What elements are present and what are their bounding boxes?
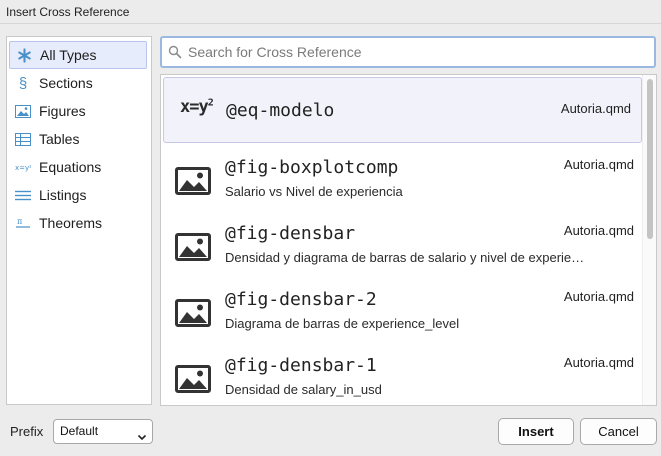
svg-text:π: π [17, 217, 22, 226]
list-item[interactable]: @fig-densbar-2 Diagrama de barras de exp… [163, 275, 642, 341]
image-icon [175, 167, 211, 195]
image-icon [15, 103, 31, 119]
image-icon [175, 233, 211, 261]
sidebar-item-label: Listings [39, 187, 87, 203]
xref-caption: Diagrama de barras de experience_level [225, 316, 460, 331]
prefix-value: Default [60, 424, 99, 438]
sidebar-item-theorems[interactable]: π Theorems [9, 209, 147, 237]
xref-label: @eq-modelo [226, 100, 335, 121]
sidebar-item-label: Tables [39, 131, 80, 147]
xref-label: @fig-densbar-2 [225, 289, 377, 310]
search-icon [168, 45, 182, 59]
xref-caption: Salario vs Nivel de experiencia [225, 184, 403, 199]
xref-caption: Densidad de salary_in_usd [225, 382, 382, 397]
xref-label: @fig-densbar [225, 223, 356, 244]
list-item[interactable]: x=y2 @eq-modelo Autoria.qmd [163, 77, 642, 143]
asterisk-icon [16, 47, 32, 63]
section-icon: § [18, 74, 28, 92]
prefix-select[interactable]: Default [53, 419, 153, 444]
sidebar-item-sections[interactable]: § Sections [9, 69, 147, 97]
prefix-label: Prefix [10, 424, 44, 439]
sidebar-item-label: All Types [40, 47, 97, 63]
sidebar-item-equations[interactable]: x=y² Equations [9, 153, 147, 181]
source-file: Autoria.qmd [563, 157, 634, 172]
cancel-button[interactable]: Cancel [580, 418, 657, 445]
insert-button[interactable]: Insert [498, 418, 574, 445]
sidebar-item-tables[interactable]: Tables [9, 125, 147, 153]
xref-label: @fig-boxplotcomp [225, 157, 399, 178]
equation-icon: x=y2 [180, 97, 214, 117]
window-title: Insert Cross Reference [0, 0, 661, 24]
list-item[interactable]: @fig-boxplotcomp Salario vs Nivel de exp… [163, 143, 642, 209]
table-icon [15, 131, 31, 147]
sidebar-item-label: Figures [39, 103, 86, 119]
results-list: x=y2 @eq-modelo Autoria.qmd @fig-boxplot… [160, 74, 657, 406]
list-item[interactable]: @fig-densbar-1 Densidad de salary_in_usd… [163, 341, 642, 405]
sidebar-item-listings[interactable]: Listings [9, 181, 147, 209]
xref-label: @fig-densbar-1 [225, 355, 377, 376]
list-item[interactable]: @fig-densbar Densidad y diagrama de barr… [163, 209, 642, 275]
sidebar-item-label: Theorems [39, 215, 103, 231]
equation-icon: x=y² [15, 159, 31, 175]
svg-text:x=y²: x=y² [15, 164, 31, 172]
source-file: Autoria.qmd [563, 223, 634, 238]
scrollbar[interactable] [642, 75, 656, 405]
sidebar-item-figures[interactable]: Figures [9, 97, 147, 125]
type-sidebar: All Types § Sections Figures Tables x=y²… [6, 36, 152, 405]
theorem-icon: π [15, 215, 31, 231]
source-file: Autoria.qmd [560, 101, 631, 116]
xref-caption: Densidad y diagrama de barras de salario… [225, 250, 585, 265]
chevron-down-icon [137, 427, 147, 441]
image-icon [175, 365, 211, 393]
sidebar-item-all-types[interactable]: All Types [9, 41, 147, 69]
source-file: Autoria.qmd [563, 289, 634, 304]
image-icon [175, 299, 211, 327]
search-box [160, 36, 656, 68]
scroll-thumb[interactable] [647, 79, 653, 239]
search-input[interactable] [186, 43, 654, 61]
listing-icon [15, 187, 31, 203]
source-file: Autoria.qmd [563, 355, 634, 370]
sidebar-item-label: Equations [39, 159, 102, 175]
sidebar-item-label: Sections [39, 75, 93, 91]
